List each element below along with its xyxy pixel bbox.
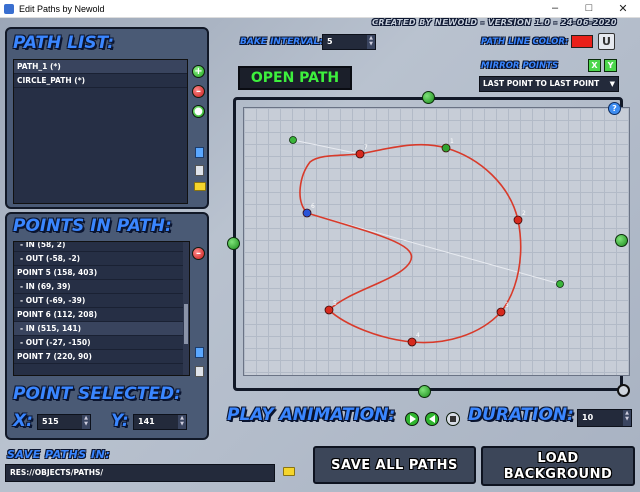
path-point-1[interactable]: [441, 143, 451, 153]
path-point-3[interactable]: [496, 307, 506, 317]
rewind-icon[interactable]: [425, 412, 439, 426]
load-background-button[interactable]: LOAD BACKGROUND: [481, 446, 635, 486]
path-point-label: 7: [364, 144, 368, 151]
path-point-label: 6: [311, 203, 315, 210]
duration-input[interactable]: 10 ▲ ▼: [577, 409, 632, 427]
path-point-4[interactable]: [407, 337, 417, 347]
duration-value: 10: [582, 413, 594, 422]
path-point-label: 5: [333, 300, 337, 307]
path-point-label: 2: [522, 210, 526, 217]
play-icon[interactable]: [405, 412, 419, 426]
play-animation-label: PLAY ANIMATION:: [227, 405, 396, 425]
path-point-label: 3: [505, 302, 509, 309]
path-point-label: 4: [416, 332, 420, 339]
save-all-paths-button[interactable]: SAVE ALL PATHS: [313, 446, 476, 484]
stop-icon[interactable]: [446, 412, 460, 426]
load-background-label-line2: BACKGROUND: [503, 467, 613, 482]
duration-label: DURATION:: [468, 405, 574, 425]
path-point-label: 1: [450, 138, 454, 145]
path-point-2[interactable]: [513, 215, 523, 225]
path-point-7[interactable]: [355, 149, 365, 159]
path-point-6[interactable]: [302, 208, 312, 218]
load-background-label-line1: LOAD: [537, 451, 579, 466]
path-point-5[interactable]: [324, 305, 334, 315]
duration-stepper[interactable]: ▲ ▼: [623, 410, 631, 426]
save-all-paths-label: SAVE ALL PATHS: [331, 458, 458, 473]
